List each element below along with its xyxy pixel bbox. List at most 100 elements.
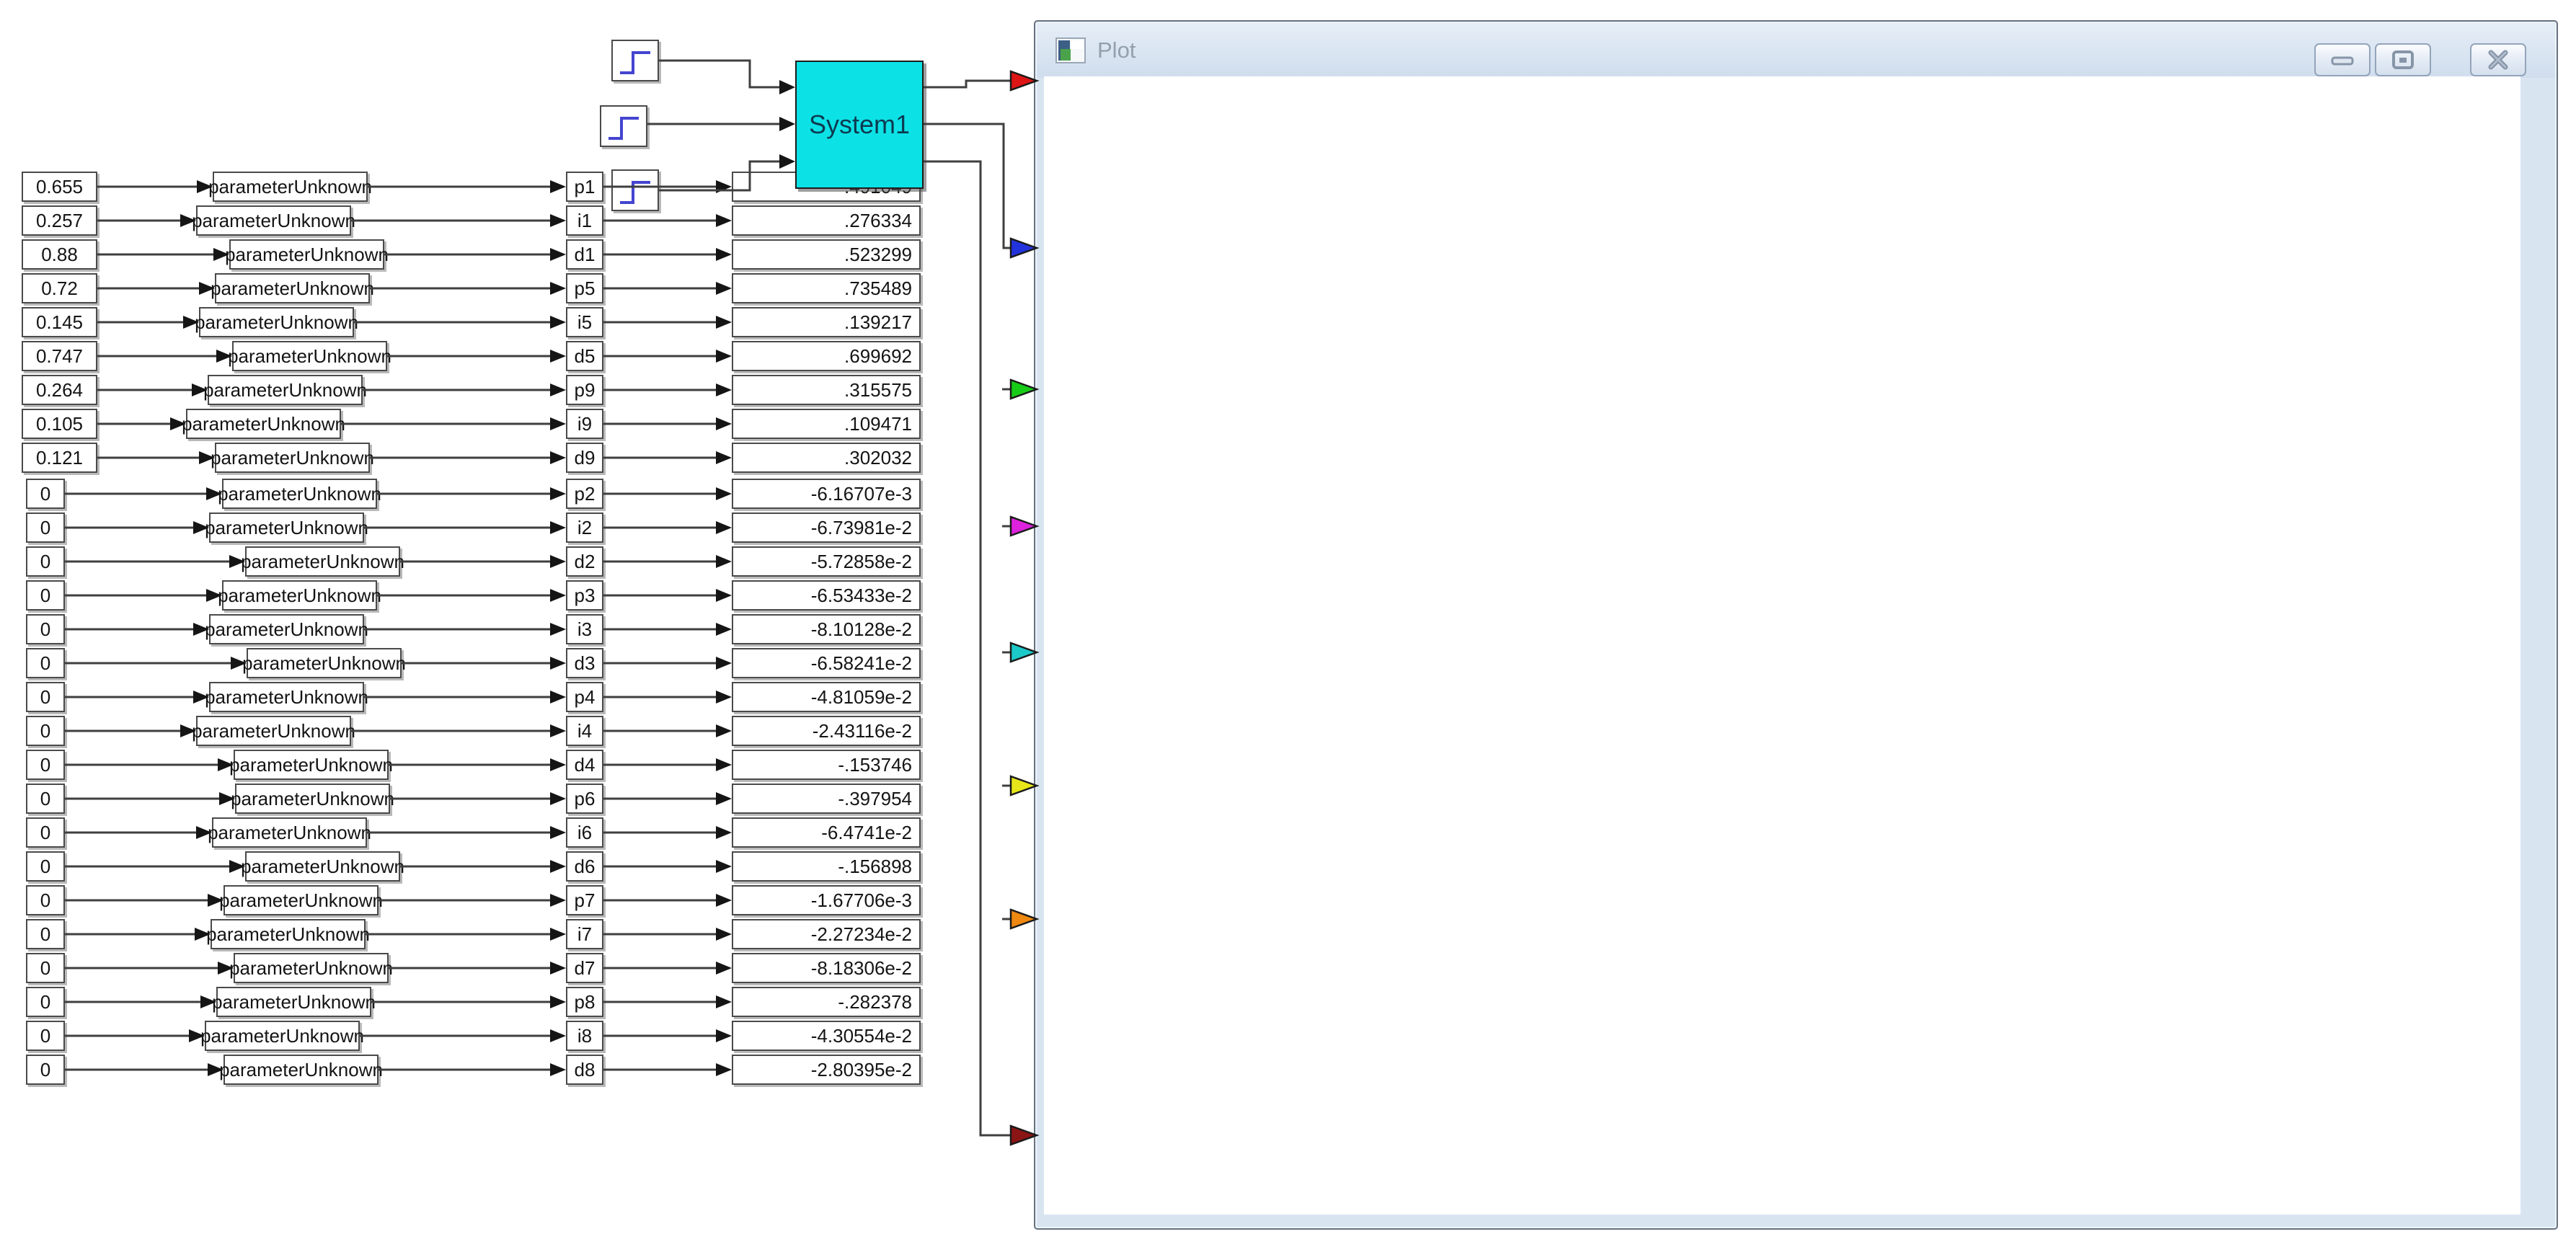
step-source-block[interactable] xyxy=(611,169,659,211)
input-value-block[interactable]: 0.257 xyxy=(22,205,97,236)
output-value-block[interactable]: .302032 xyxy=(732,443,921,473)
param-name-block[interactable]: p5 xyxy=(566,273,603,303)
input-value-block[interactable]: 0.121 xyxy=(22,443,97,473)
output-value-block[interactable]: -4.81059e-2 xyxy=(732,682,921,712)
output-value-block[interactable]: -.156898 xyxy=(732,851,921,882)
step-source-block[interactable] xyxy=(611,40,659,81)
parameter-block[interactable]: parameterUnknown xyxy=(205,682,368,712)
input-value-block[interactable]: 0.145 xyxy=(22,307,97,337)
parameter-block[interactable]: parameterUnknown xyxy=(241,851,404,882)
parameter-block[interactable]: parameterUnknown xyxy=(229,750,393,780)
parameter-block[interactable]: parameterUnknown xyxy=(242,648,406,678)
parameter-block[interactable]: parameterUnknown xyxy=(241,546,404,577)
input-value-block[interactable]: 0.264 xyxy=(22,375,97,405)
output-value-block[interactable]: -6.4741e-2 xyxy=(732,817,921,848)
output-value-block[interactable]: -.282378 xyxy=(732,987,921,1017)
input-value-block[interactable]: 0 xyxy=(26,953,65,983)
param-name-block[interactable]: p6 xyxy=(566,784,603,814)
close-button[interactable] xyxy=(2470,43,2526,76)
parameter-block[interactable]: parameterUnknown xyxy=(231,784,394,814)
output-value-block[interactable]: -2.27234e-2 xyxy=(732,919,921,949)
parameter-block[interactable]: parameterUnknown xyxy=(192,716,355,746)
input-value-block[interactable]: 0 xyxy=(26,546,65,577)
parameter-block[interactable]: parameterUnknown xyxy=(211,443,374,473)
param-name-block[interactable]: p9 xyxy=(566,375,603,405)
input-value-block[interactable]: 0.72 xyxy=(22,273,97,303)
parameter-block[interactable]: parameterUnknown xyxy=(228,341,391,371)
input-value-block[interactable]: 0 xyxy=(26,919,65,949)
param-name-block[interactable]: d5 xyxy=(566,341,603,371)
parameter-block[interactable]: parameterUnknown xyxy=(192,205,355,236)
param-name-block[interactable]: d8 xyxy=(566,1055,603,1085)
output-value-block[interactable]: -2.80395e-2 xyxy=(732,1055,921,1085)
step-source-block[interactable] xyxy=(600,105,647,147)
input-value-block[interactable]: 0 xyxy=(26,851,65,882)
param-name-block[interactable]: d3 xyxy=(566,648,603,678)
parameter-block[interactable]: parameterUnknown xyxy=(225,239,389,270)
input-value-block[interactable]: 0 xyxy=(26,479,65,509)
parameter-block[interactable]: parameterUnknown xyxy=(182,409,345,439)
output-value-block[interactable]: .139217 xyxy=(732,307,921,337)
input-value-block[interactable]: 0.88 xyxy=(22,239,97,270)
output-value-block[interactable]: -6.53433e-2 xyxy=(732,580,921,611)
output-value-block[interactable]: -8.18306e-2 xyxy=(732,953,921,983)
parameter-block[interactable]: parameterUnknown xyxy=(206,919,370,949)
param-name-block[interactable]: p7 xyxy=(566,885,603,915)
parameter-block[interactable]: parameterUnknown xyxy=(195,307,358,337)
parameter-block[interactable]: parameterUnknown xyxy=(203,375,367,405)
output-value-block[interactable]: .523299 xyxy=(732,239,921,270)
system1-block[interactable]: System1 xyxy=(795,61,924,189)
parameter-block[interactable]: parameterUnknown xyxy=(218,479,381,509)
input-value-block[interactable]: 0 xyxy=(26,1055,65,1085)
input-value-block[interactable]: 0 xyxy=(26,682,65,712)
output-value-block[interactable]: .109471 xyxy=(732,409,921,439)
input-value-block[interactable]: 0 xyxy=(26,750,65,780)
input-value-block[interactable]: 0 xyxy=(26,716,65,746)
param-name-block[interactable]: p8 xyxy=(566,987,603,1017)
param-name-block[interactable]: d6 xyxy=(566,851,603,882)
param-name-block[interactable]: i2 xyxy=(566,512,603,543)
parameter-block[interactable]: parameterUnknown xyxy=(208,817,371,848)
param-name-block[interactable]: i1 xyxy=(566,205,603,236)
param-name-block[interactable]: d2 xyxy=(566,546,603,577)
param-name-block[interactable]: p1 xyxy=(566,172,603,202)
parameter-block[interactable]: parameterUnknown xyxy=(205,614,368,644)
output-value-block[interactable]: .315575 xyxy=(732,375,921,405)
param-name-block[interactable]: i6 xyxy=(566,817,603,848)
param-name-block[interactable]: d7 xyxy=(566,953,603,983)
input-value-block[interactable]: 0 xyxy=(26,784,65,814)
input-value-block[interactable]: 0 xyxy=(26,580,65,611)
param-name-block[interactable]: i5 xyxy=(566,307,603,337)
parameter-block[interactable]: parameterUnknown xyxy=(218,580,381,611)
param-name-block[interactable]: d9 xyxy=(566,443,603,473)
input-value-block[interactable]: 0.105 xyxy=(22,409,97,439)
param-name-block[interactable]: p2 xyxy=(566,479,603,509)
input-value-block[interactable]: 0 xyxy=(26,648,65,678)
input-value-block[interactable]: 0.747 xyxy=(22,341,97,371)
output-value-block[interactable]: -4.30554e-2 xyxy=(732,1021,921,1051)
parameter-block[interactable]: parameterUnknown xyxy=(219,1055,383,1085)
plot-window-icon[interactable] xyxy=(1055,37,1086,63)
parameter-block[interactable]: parameterUnknown xyxy=(200,1021,364,1051)
input-value-block[interactable]: 0 xyxy=(26,885,65,915)
input-value-block[interactable]: 0 xyxy=(26,987,65,1017)
output-value-block[interactable]: -.153746 xyxy=(732,750,921,780)
output-value-block[interactable]: -2.43116e-2 xyxy=(732,716,921,746)
param-name-block[interactable]: p4 xyxy=(566,682,603,712)
plot-window-titlebar[interactable]: Plot xyxy=(1037,23,2555,78)
minimize-button[interactable] xyxy=(2314,43,2371,76)
output-value-block[interactable]: .699692 xyxy=(732,341,921,371)
output-value-block[interactable]: -8.10128e-2 xyxy=(732,614,921,644)
output-value-block[interactable]: -5.72858e-2 xyxy=(732,546,921,577)
input-value-block[interactable]: 0 xyxy=(26,1021,65,1051)
input-value-block[interactable]: 0.655 xyxy=(22,172,97,202)
param-name-block[interactable]: i4 xyxy=(566,716,603,746)
input-value-block[interactable]: 0 xyxy=(26,512,65,543)
param-name-block[interactable]: i9 xyxy=(566,409,603,439)
parameter-block[interactable]: parameterUnknown xyxy=(211,273,374,303)
param-name-block[interactable]: p3 xyxy=(566,580,603,611)
output-value-block[interactable]: .735489 xyxy=(732,273,921,303)
output-value-block[interactable]: -6.73981e-2 xyxy=(732,512,921,543)
param-name-block[interactable]: i8 xyxy=(566,1021,603,1051)
output-value-block[interactable]: .276334 xyxy=(732,205,921,236)
